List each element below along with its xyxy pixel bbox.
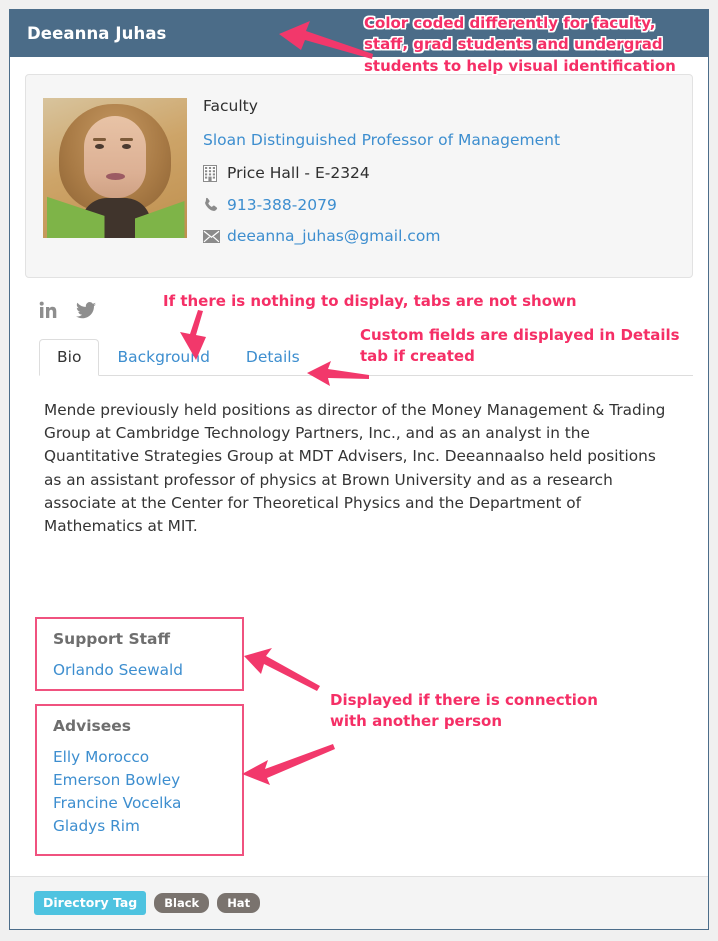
advisees-title: Advisees: [53, 717, 131, 735]
photo-face: [83, 116, 146, 198]
card-header: Deeanna Juhas: [10, 10, 708, 57]
office-location: Price Hall - E-2324: [227, 163, 370, 182]
profile-card: Deeanna Juhas Faculty Sloan Distinguishe…: [9, 9, 709, 930]
advisee-person[interactable]: Gladys Rim: [53, 815, 242, 838]
advisee-person[interactable]: Elly Morocco: [53, 746, 242, 769]
contact-info: Faculty Sloan Distinguished Professor of…: [203, 93, 692, 259]
building-icon: [203, 164, 227, 182]
profile-tabs: Bio Background Details: [39, 337, 693, 376]
office-row: Price Hall - E-2324: [203, 164, 672, 183]
photo-mouth: [105, 173, 125, 180]
photo-eye-left: [94, 144, 104, 149]
advisee-person[interactable]: Emerson Bowley: [53, 769, 242, 792]
photo-container: [26, 93, 203, 259]
tag-badge[interactable]: Hat: [217, 892, 261, 914]
person-name: Deeanna Juhas: [27, 24, 167, 43]
linkedin-icon[interactable]: [39, 301, 58, 320]
contact-panel: Faculty Sloan Distinguished Professor of…: [25, 74, 693, 278]
photo-brow-right: [119, 138, 133, 141]
photo-brow-left: [92, 138, 106, 141]
twitter-icon[interactable]: [76, 301, 96, 320]
support-staff-person[interactable]: Orlando Seewald: [53, 659, 242, 682]
support-staff-title: Support Staff: [53, 630, 171, 648]
photo-eye-right: [121, 144, 131, 149]
tab-bio[interactable]: Bio: [39, 339, 100, 376]
social-links: [39, 298, 708, 324]
phone-icon: [203, 197, 227, 213]
email-address[interactable]: deeanna_juhas@gmail.com: [227, 227, 440, 246]
advisee-person[interactable]: Francine Vocelka: [53, 792, 242, 815]
envelope-icon: [203, 229, 227, 243]
bio-text: Mende previously held positions as direc…: [44, 400, 666, 535]
advisees-box: Advisees Elly Morocco Emerson Bowley Fra…: [35, 704, 244, 856]
support-staff-box: Support Staff Orlando Seewald: [35, 617, 244, 691]
directory-tag-badge[interactable]: Directory Tag: [34, 891, 147, 915]
tab-details[interactable]: Details: [228, 339, 318, 376]
tag-footer: Directory Tag Black Hat: [10, 876, 708, 929]
tab-background[interactable]: Background: [99, 339, 227, 376]
person-role: Faculty: [203, 97, 258, 115]
phone-number[interactable]: 913-388-2079: [227, 196, 337, 215]
phone-row: 913-388-2079: [203, 196, 672, 215]
email-row: deeanna_juhas@gmail.com: [203, 227, 672, 246]
avatar: [42, 98, 187, 238]
tag-badge[interactable]: Black: [154, 892, 210, 914]
person-job-title[interactable]: Sloan Distinguished Professor of Managem…: [203, 131, 672, 150]
